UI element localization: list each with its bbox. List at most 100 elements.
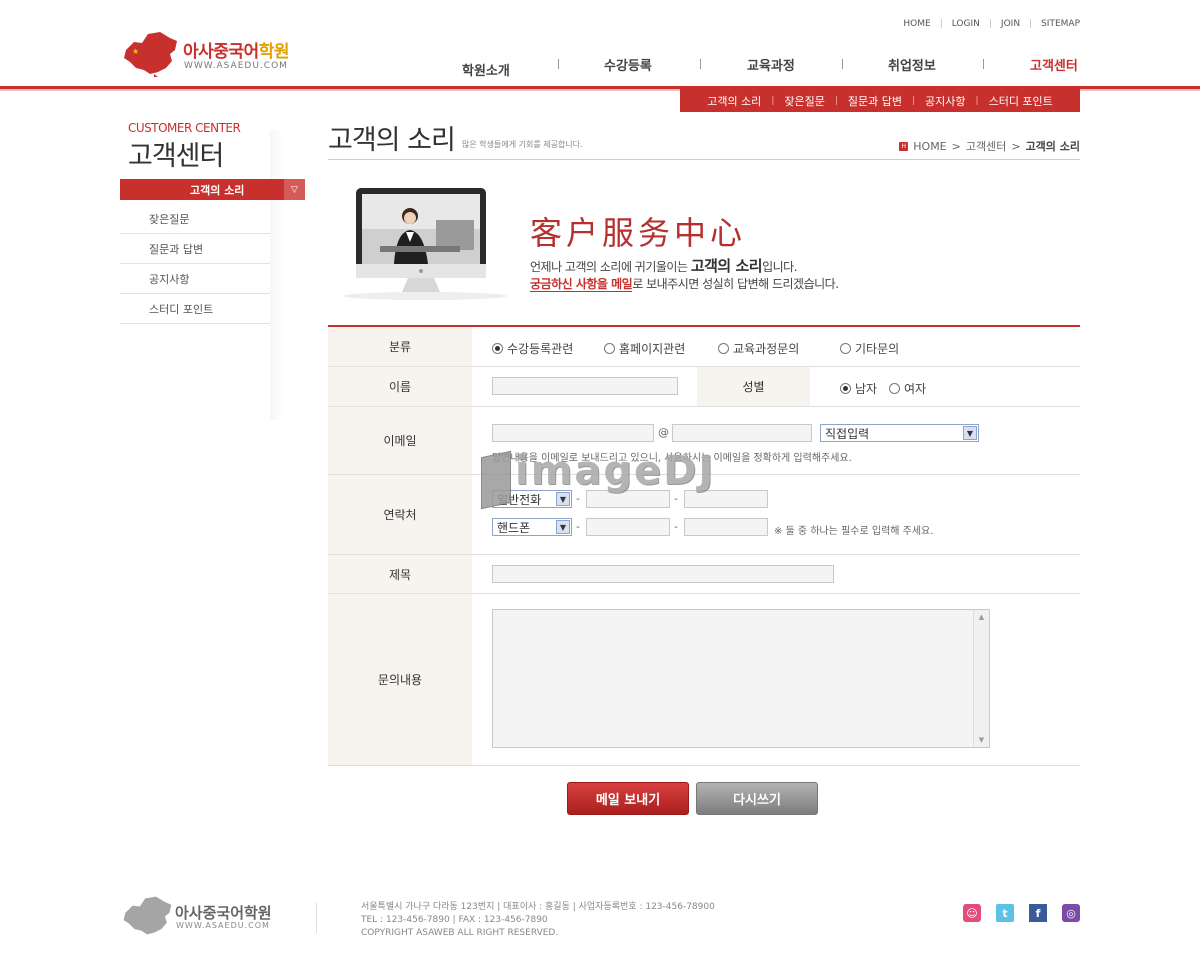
scroll-up-icon[interactable]: ▲ bbox=[974, 610, 989, 624]
radio-dot[interactable] bbox=[604, 343, 615, 354]
sidebar-list: 잦은질문 질문과 답변 공지사항 스터디 포인트 bbox=[120, 204, 270, 324]
sidebar-title: 고객센터 bbox=[128, 141, 224, 172]
logo-url: WWW.ASAEDU.COM bbox=[184, 61, 288, 71]
facebook-icon[interactable]: f bbox=[1029, 904, 1047, 922]
breadcrumb-home[interactable]: HOME bbox=[913, 140, 946, 153]
sidebar-title-en: CUSTOMER CENTER bbox=[128, 121, 241, 135]
china-map-icon: ★ bbox=[124, 32, 177, 77]
mobile-middle-input[interactable] bbox=[586, 518, 670, 536]
util-home-link[interactable]: HOME bbox=[894, 19, 939, 29]
util-nav: HOME | LOGIN | JOIN | SITEMAP bbox=[894, 19, 1080, 29]
logo[interactable]: ★ 아사중국어학원 WWW.ASAEDU.COM bbox=[120, 28, 320, 78]
email-domain-input[interactable] bbox=[672, 424, 812, 442]
radio-dot[interactable] bbox=[492, 343, 503, 354]
sub-nav-study-point[interactable]: 스터디 포인트 bbox=[979, 93, 1063, 109]
mobile-last-input[interactable] bbox=[684, 518, 768, 536]
category-label: 분류 bbox=[328, 327, 472, 366]
sub-nav-voice[interactable]: 고객의 소리 bbox=[697, 93, 771, 109]
sub-nav-qna[interactable]: 질문과 답변 bbox=[838, 93, 912, 109]
gnb-item-customer[interactable]: 고객센터 bbox=[1030, 55, 1078, 74]
email-domain-select[interactable]: 직접입력 ▼ bbox=[820, 424, 979, 442]
name-row: 이름 성별 남자 여자 bbox=[328, 367, 1080, 407]
breadcrumb-current: 고객의 소리 bbox=[1025, 140, 1080, 153]
gnb-item-courses[interactable]: 교육과정 bbox=[747, 55, 795, 74]
name-input[interactable] bbox=[492, 377, 678, 395]
banner-line-2: 궁금하신 사항을 메일로 보내주시면 성실히 답변해 드리겠습니다. bbox=[530, 277, 839, 292]
category-radio-course[interactable]: 교육과정문의 bbox=[718, 340, 799, 357]
radio-dot[interactable] bbox=[840, 343, 851, 354]
breadcrumb: H HOME > 고객센터 > 고객의 소리 bbox=[899, 138, 1080, 154]
inquiry-form: 분류 수강등록관련 홈페이지관련 교육과정문의 기타문의 이름 성별 남자 여자… bbox=[328, 325, 1080, 766]
sub-nav: 고객의 소리 | 잦은질문 | 질문과 답변 | 공지사항 | 스터디 포인트 bbox=[680, 89, 1080, 112]
util-join-link[interactable]: JOIN bbox=[992, 19, 1029, 29]
email-at-sign: @ bbox=[658, 426, 669, 439]
banner-title: 客户服务中心 bbox=[530, 214, 747, 252]
category-radio-homepage[interactable]: 홈페이지관련 bbox=[604, 340, 685, 357]
footer-address: 서울특별시 가나구 다라동 123번지 | 대표이사 : 홍길동 | 사업자등록… bbox=[361, 902, 715, 912]
breadcrumb-arrow-icon: > bbox=[1011, 139, 1021, 153]
breadcrumb-customer[interactable]: 고객센터 bbox=[966, 138, 1006, 154]
category-radio-register[interactable]: 수강등록관련 bbox=[492, 340, 573, 357]
scroll-down-icon[interactable]: ▼ bbox=[974, 733, 989, 747]
util-login-link[interactable]: LOGIN bbox=[943, 19, 989, 29]
chevron-down-icon: ▼ bbox=[963, 426, 977, 440]
subject-input[interactable] bbox=[492, 565, 834, 583]
gender-label: 성별 bbox=[697, 367, 810, 406]
sub-nav-notice[interactable]: 공지사항 bbox=[915, 93, 975, 109]
footer-logo[interactable]: 아사중국어학원 WWW.ASAEDU.COM bbox=[120, 893, 320, 938]
name-label: 이름 bbox=[328, 367, 472, 406]
email-id-input[interactable] bbox=[492, 424, 654, 442]
page-description: 많은 학생들에게 기회를 제공합니다. bbox=[462, 140, 583, 149]
subject-label: 제목 bbox=[328, 555, 472, 593]
contact-note: ※ 둘 중 하나는 필수로 입력해 주세요. bbox=[774, 526, 934, 537]
gnb-sep bbox=[700, 59, 701, 69]
gender-radio-female[interactable]: 여자 bbox=[889, 380, 926, 397]
sidebar-item-label: 고객의 소리 bbox=[190, 183, 245, 197]
content-label: 문의내용 bbox=[328, 594, 472, 765]
radio-dot[interactable] bbox=[718, 343, 729, 354]
email-label: 이메일 bbox=[328, 407, 472, 474]
sidebar-item-qna[interactable]: 질문과 답변 bbox=[120, 234, 270, 264]
chevron-down-icon: ▽ bbox=[284, 179, 305, 200]
mobile-type-select[interactable]: 핸드폰 ▼ bbox=[492, 518, 572, 536]
sns-links: ☺ t f ◎ bbox=[963, 904, 1080, 922]
category-row: 분류 수강등록관련 홈페이지관련 교육과정문의 기타문의 bbox=[328, 327, 1080, 367]
chevron-down-icon: ▼ bbox=[556, 520, 570, 534]
gnb-sep bbox=[558, 59, 559, 69]
sidebar-item-voice[interactable]: 고객의 소리 ▽ bbox=[120, 179, 305, 200]
gnb-item-register[interactable]: 수강등록 bbox=[604, 55, 652, 74]
util-sitemap-link[interactable]: SITEMAP bbox=[1032, 19, 1080, 29]
logo-text: 아사중국어학원 bbox=[183, 42, 289, 62]
dash: - bbox=[674, 520, 678, 533]
monitor-operator-image bbox=[343, 188, 507, 300]
yozm-icon[interactable]: ◎ bbox=[1062, 904, 1080, 922]
content-textarea[interactable]: ▲ ▼ bbox=[492, 609, 990, 748]
gender-radio-male[interactable]: 남자 bbox=[840, 380, 877, 397]
footer-divider bbox=[316, 903, 317, 933]
gnb-item-jobs[interactable]: 취업정보 bbox=[888, 55, 936, 74]
footer-info: 서울특별시 가나구 다라동 123번지 | 대표이사 : 홍길동 | 사업자등록… bbox=[361, 901, 715, 940]
twitter-icon[interactable]: t bbox=[996, 904, 1014, 922]
watermark-cube-icon bbox=[481, 450, 511, 510]
china-map-icon bbox=[123, 896, 172, 935]
gnb-sep bbox=[842, 59, 843, 69]
category-radio-other[interactable]: 기타문의 bbox=[840, 340, 899, 357]
reset-button[interactable]: 다시쓰기 bbox=[696, 782, 818, 815]
title-divider bbox=[328, 159, 1080, 160]
sidebar-item-study-point[interactable]: 스터디 포인트 bbox=[120, 294, 270, 324]
contact-label: 연락처 bbox=[328, 475, 472, 554]
watermark: imageDJ bbox=[481, 448, 721, 510]
content-row: 문의내용 ▲ ▼ bbox=[328, 594, 1080, 766]
radio-dot[interactable] bbox=[840, 383, 851, 394]
sidebar-shadow bbox=[270, 130, 284, 420]
page-title: 고객의 소리 bbox=[328, 125, 456, 156]
scrollbar[interactable]: ▲ ▼ bbox=[973, 610, 989, 747]
sidebar-item-faq[interactable]: 잦은질문 bbox=[120, 204, 270, 234]
home-icon: H bbox=[899, 141, 909, 151]
send-mail-button[interactable]: 메일 보내기 bbox=[567, 782, 689, 815]
sub-nav-faq[interactable]: 잦은질문 bbox=[774, 93, 834, 109]
me2day-icon[interactable]: ☺ bbox=[963, 904, 981, 922]
gnb-item-intro[interactable]: 학원소개 bbox=[462, 60, 510, 79]
radio-dot[interactable] bbox=[889, 383, 900, 394]
sidebar-item-notice[interactable]: 공지사항 bbox=[120, 264, 270, 294]
